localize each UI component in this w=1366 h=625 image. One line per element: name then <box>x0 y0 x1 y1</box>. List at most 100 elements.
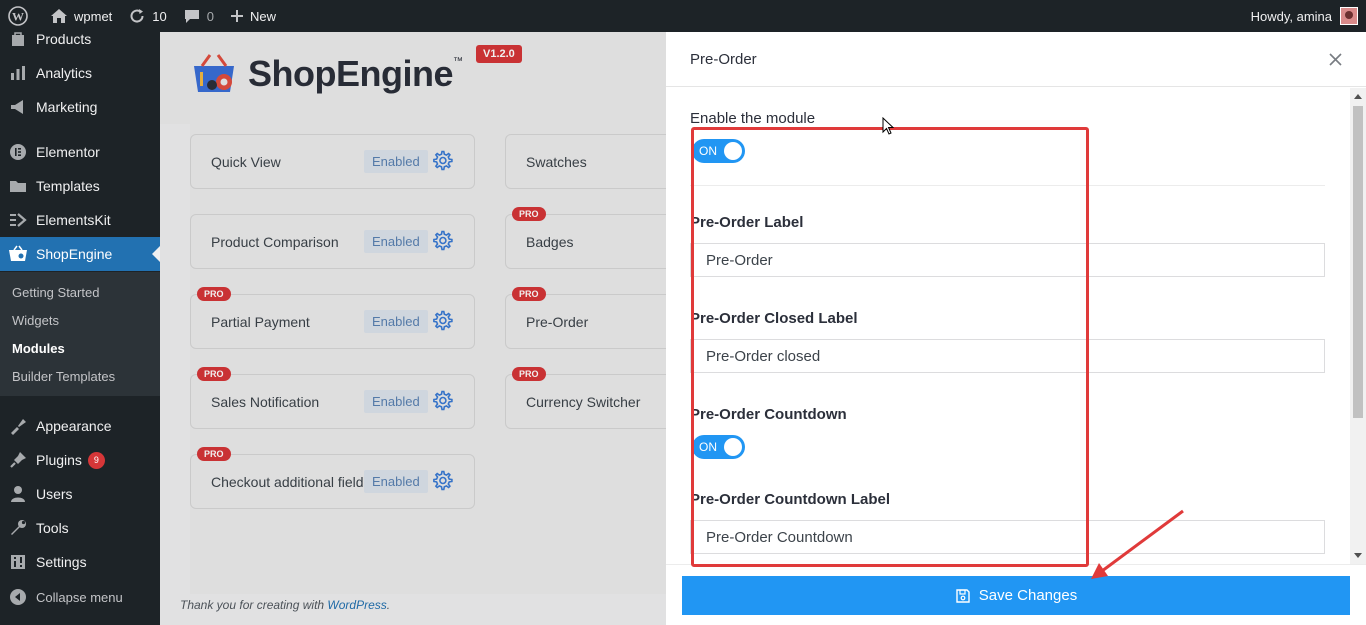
main-content: ShopEngine ™ V1.2.0 Quick View Enabled Swa… <box>160 32 790 625</box>
module-card[interactable]: PRO Partial Payment Enabled <box>190 287 475 349</box>
pre-order-label-input[interactable] <box>690 243 1325 277</box>
submenu-widgets[interactable]: Widgets <box>12 313 59 328</box>
sidebar-item-label: Elementor <box>36 144 100 160</box>
settings-gear-icon[interactable] <box>431 150 453 177</box>
pre-order-countdown-label-title: Pre-Order Countdown Label <box>690 491 891 508</box>
brand-name: ShopEngine <box>248 53 454 94</box>
module-name: Checkout additional field <box>211 474 364 490</box>
submenu-builder-templates[interactable]: Builder Templates <box>12 369 115 384</box>
admin-footer: Thank you for creating with WordPress. <box>180 598 390 612</box>
settings-gear-icon[interactable] <box>431 390 453 417</box>
comment-icon <box>184 10 199 23</box>
elementor-icon <box>8 142 28 162</box>
module-status-badge: Enabled <box>364 230 428 253</box>
pro-badge: PRO <box>197 287 231 301</box>
users-icon <box>8 484 28 504</box>
pre-order-closed-label-input[interactable] <box>690 339 1325 373</box>
pro-badge: PRO <box>197 367 231 381</box>
module-card[interactable]: Product Comparison Enabled <box>190 214 475 269</box>
module-name: Partial Payment <box>211 314 310 330</box>
module-status-badge: Enabled <box>364 390 428 413</box>
pre-order-closed-label-title: Pre-Order Closed Label <box>690 310 858 327</box>
enable-module-label: Enable the module <box>690 110 816 127</box>
pre-order-countdown-title: Pre-Order Countdown <box>690 406 847 423</box>
close-icon[interactable] <box>1326 50 1346 70</box>
enable-module-toggle[interactable]: ON <box>692 139 745 163</box>
pro-badge: PRO <box>512 207 546 221</box>
module-status-badge: Enabled <box>364 150 428 173</box>
sidebar-item-products[interactable]: Products <box>0 22 160 56</box>
module-name: Pre-Order <box>526 314 589 330</box>
module-card[interactable]: Quick View Enabled <box>190 134 475 189</box>
pre-order-countdown-toggle[interactable]: ON <box>692 435 745 459</box>
pro-badge: PRO <box>512 367 546 381</box>
settings-gear-icon[interactable] <box>431 310 453 337</box>
scroll-thumb[interactable] <box>1353 106 1363 418</box>
trademark: ™ <box>453 56 463 67</box>
module-card[interactable]: PRO Checkout additional field Enabled <box>190 447 475 509</box>
shopengine-logo: ShopEngine ™ <box>190 52 463 96</box>
avatar <box>1340 7 1358 25</box>
save-changes-button[interactable]: Save Changes <box>682 576 1350 615</box>
scroll-up-arrow-icon[interactable] <box>1354 94 1362 99</box>
save-changes-label: Save Changes <box>978 587 1078 604</box>
submenu-getting-started[interactable]: Getting Started <box>12 285 99 300</box>
modal-body: Enable the module ON Pre-Order Label Pre… <box>666 88 1350 564</box>
pre-order-settings-modal: Pre-Order Enable the module ON Pre-Order… <box>666 32 1366 625</box>
new-content-link[interactable]: New <box>222 0 284 32</box>
collapse-label: Collapse menu <box>36 589 123 605</box>
new-label: New <box>250 8 277 24</box>
sidebar-item-analytics[interactable]: Analytics <box>0 56 160 90</box>
sidebar-item-label: Plugins <box>36 452 82 468</box>
sidebar-item-elementor[interactable]: Elementor <box>0 135 160 169</box>
sidebar-item-label: Marketing <box>36 99 98 115</box>
sidebar-item-plugins[interactable]: Plugins 9 <box>0 443 160 477</box>
footer-period: . <box>386 598 391 612</box>
pre-order-countdown-label-input[interactable] <box>690 520 1325 554</box>
submenu-modules[interactable]: Modules <box>12 341 65 356</box>
settings-gear-icon[interactable] <box>431 470 453 497</box>
sidebar-item-users[interactable]: Users <box>0 477 160 511</box>
plugins-update-badge: 9 <box>87 451 105 469</box>
sidebar-item-marketing[interactable]: Marketing <box>0 90 160 124</box>
sidebar-item-settings[interactable]: Settings <box>0 545 160 579</box>
modal-title: Pre-Order <box>690 51 757 68</box>
module-status-badge: Enabled <box>364 470 428 493</box>
admin-sidebar: Products Analytics Marketing Elementor T… <box>0 31 160 625</box>
modal-scrollbar[interactable] <box>1350 88 1366 564</box>
wordpress-link[interactable]: WordPress <box>327 598 386 612</box>
shopengine-icon <box>8 244 28 264</box>
my-account[interactable]: Howdy, amina <box>1251 0 1358 32</box>
greeting-text: Howdy, amina <box>1250 8 1332 24</box>
pro-badge: PRO <box>512 287 546 301</box>
analytics-icon <box>8 63 28 83</box>
sidebar-item-elementskit[interactable]: ElementsKit <box>0 203 160 237</box>
comments-count: 0 <box>206 8 214 24</box>
toggle-knob <box>724 142 742 160</box>
save-icon <box>956 588 970 603</box>
sidebar-item-label: Tools <box>36 520 69 536</box>
settings-gear-icon[interactable] <box>431 230 453 257</box>
elementskit-icon <box>8 210 28 230</box>
module-card[interactable]: PRO Sales Notification Enabled <box>190 367 475 429</box>
sidebar-item-label: Appearance <box>36 418 112 434</box>
admin-bar: W wpmet 10 0 New Howdy, amina <box>0 0 1366 32</box>
sidebar-item-label: Users <box>36 486 73 502</box>
sidebar-item-shopengine[interactable]: ShopEngine <box>0 237 160 271</box>
tools-icon <box>8 518 28 538</box>
toggle-state: ON <box>699 440 717 454</box>
scroll-down-arrow-icon[interactable] <box>1354 553 1362 558</box>
sidebar-item-templates[interactable]: Templates <box>0 169 160 203</box>
sidebar-item-label: Products <box>36 31 92 47</box>
sidebar-item-tools[interactable]: Tools <box>0 511 160 545</box>
module-name: Product Comparison <box>211 234 339 250</box>
module-name: Badges <box>526 234 574 250</box>
module-name: Currency Switcher <box>526 394 641 410</box>
sidebar-item-appearance[interactable]: Appearance <box>0 409 160 443</box>
comments-link[interactable]: 0 <box>175 0 222 32</box>
collapse-menu-button[interactable]: Collapse menu <box>0 580 160 614</box>
brand-header: ShopEngine ™ V1.2.0 <box>160 32 666 124</box>
module-name: Quick View <box>211 154 281 170</box>
version-badge: V1.2.0 <box>476 45 522 63</box>
products-icon <box>8 29 28 49</box>
